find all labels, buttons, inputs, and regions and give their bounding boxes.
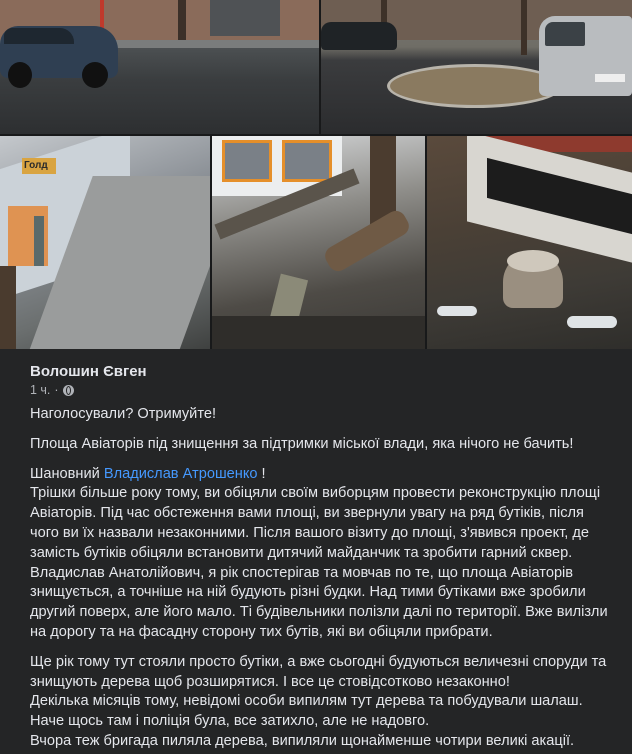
author-name[interactable]: Волошин Євген: [30, 363, 147, 380]
photo-4[interactable]: [212, 136, 425, 349]
paragraph-1: Наголосували? Отримуйте!: [30, 406, 217, 422]
salutation-suffix: !: [257, 465, 266, 482]
mention-link[interactable]: Владислав Атрошенко: [104, 466, 258, 482]
paragraph-4-line-1: Ще рік тому тут стояли просто бутіки, а …: [30, 653, 607, 690]
paragraph-3-salutation: Шановний Владислав Атрошенко !: [30, 465, 610, 485]
post-time[interactable]: 1 ч.: [30, 383, 50, 397]
post-text: Наголосували? Отримуйте! Площа Авіаторів…: [30, 405, 610, 752]
post-meta: 1 ч. ·: [30, 383, 74, 397]
photo-5[interactable]: [427, 136, 632, 349]
photo-3[interactable]: Голд: [0, 136, 210, 349]
shop-sign-text: Голд: [24, 160, 48, 171]
salutation-prefix: Шановний: [30, 465, 104, 482]
paragraph-3-body: Трішки більше року тому, ви обіцяли свої…: [30, 485, 601, 561]
paragraph-4-line-3: Вчора теж бригада пиляла дерева, випилял…: [30, 732, 575, 749]
globe-icon[interactable]: [62, 384, 74, 396]
photo-gallery: Голд: [0, 0, 632, 349]
paragraph-4-line-2: Декілька місяців тому, невідомі особи ви…: [30, 693, 583, 730]
photo-2[interactable]: [321, 0, 632, 134]
paragraph-2: Площа Авіаторів під знищення за підтримк…: [30, 435, 574, 452]
meta-separator: ·: [54, 383, 59, 397]
post: Волошин Євген 1 ч. · Наголосували? Отрим…: [0, 349, 632, 754]
photo-1[interactable]: [0, 0, 319, 134]
paragraph-3-body-2: Владислав Анатолійович, я рік спостеріга…: [30, 564, 608, 640]
